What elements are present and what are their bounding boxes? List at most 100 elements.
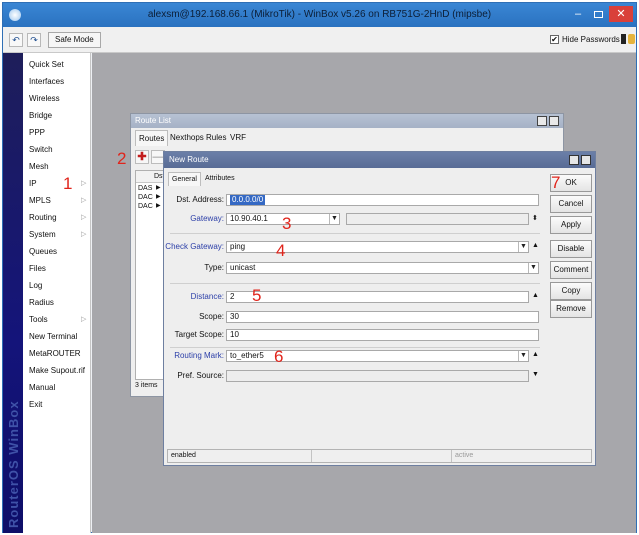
sidebar-item-tools[interactable]: Tools ▷ bbox=[23, 311, 91, 328]
annotation-7: 7 bbox=[551, 173, 561, 192]
lock-icon bbox=[628, 34, 635, 44]
sidebar-item-switch[interactable]: Switch bbox=[23, 141, 91, 158]
minimize-button[interactable]: – bbox=[569, 6, 587, 22]
dropdown-icon[interactable]: ▼ bbox=[518, 351, 528, 361]
up-icon[interactable]: ▲ bbox=[532, 292, 539, 299]
menu-label: IP bbox=[29, 179, 37, 188]
menu-label: Queues bbox=[29, 247, 58, 256]
menu-label: Wireless bbox=[29, 94, 60, 103]
cancel-button[interactable]: Cancel bbox=[550, 195, 592, 213]
menu-label: Quick Set bbox=[29, 60, 64, 69]
close-icon[interactable] bbox=[549, 116, 559, 126]
sidebar-item-queues[interactable]: Queues bbox=[23, 243, 91, 260]
sidebar-item-quick-set[interactable]: Quick Set bbox=[23, 56, 91, 73]
separator bbox=[170, 283, 540, 284]
menu-label: New Terminal bbox=[29, 332, 78, 341]
title-bar[interactable]: alexsm@192.168.66.1 (MikroTik) - WinBox … bbox=[3, 3, 636, 27]
menu-label: Routing bbox=[29, 213, 57, 222]
type-label: Type: bbox=[204, 263, 224, 272]
down-icon[interactable]: ▼ bbox=[532, 371, 539, 378]
check-gateway-value: ping bbox=[230, 242, 246, 251]
sidebar-item-system[interactable]: System ▷ bbox=[23, 226, 91, 243]
tab-nexthops[interactable]: Nexthops bbox=[167, 130, 207, 146]
sidebar-item-files[interactable]: Files bbox=[23, 260, 91, 277]
annotation-2: 2 bbox=[117, 149, 127, 168]
dropdown-icon[interactable]: ▼ bbox=[528, 263, 538, 273]
route-list-title: Route List bbox=[135, 116, 172, 125]
tab-attributes[interactable]: Attributes bbox=[202, 172, 238, 186]
target-scope-field[interactable]: 10 bbox=[226, 329, 539, 341]
sidebar-item-bridge[interactable]: Bridge bbox=[23, 107, 91, 124]
check-gateway-select[interactable]: ping ▼ bbox=[226, 241, 529, 253]
type-select[interactable]: unicast ▼ bbox=[226, 262, 539, 274]
tab-rules[interactable]: Rules bbox=[203, 130, 229, 146]
sidebar-item-ip[interactable]: IP ▷ bbox=[23, 175, 91, 192]
sidebar-item-interfaces[interactable]: Interfaces bbox=[23, 73, 91, 90]
sidebar-item-ppp[interactable]: PPP bbox=[23, 124, 91, 141]
dropdown-icon[interactable]: ▼ bbox=[329, 214, 339, 224]
copy-button[interactable]: Copy bbox=[550, 282, 592, 300]
target-scope-label: Target Scope: bbox=[174, 330, 224, 339]
safe-mode-button[interactable]: Safe Mode bbox=[48, 32, 101, 48]
comment-button[interactable]: Comment bbox=[550, 261, 592, 279]
new-route-title: New Route bbox=[169, 155, 209, 164]
menu-label: System bbox=[29, 230, 56, 239]
sidebar-item-exit[interactable]: Exit bbox=[23, 396, 91, 413]
annotation-3: 3 bbox=[282, 214, 292, 233]
menu-label: MetaROUTER bbox=[29, 349, 81, 358]
new-route-dialog: New Route General Attributes Dst. Addres… bbox=[163, 151, 596, 466]
restore-icon[interactable] bbox=[569, 155, 579, 165]
tab-general[interactable]: General bbox=[168, 172, 201, 186]
submenu-arrow-icon: ▷ bbox=[81, 214, 87, 221]
disable-button[interactable]: Disable bbox=[550, 240, 592, 258]
up-icon[interactable]: ▲ bbox=[532, 242, 539, 249]
hide-passwords-checkbox[interactable]: ✔ bbox=[550, 35, 559, 45]
close-icon[interactable] bbox=[581, 155, 591, 165]
scope-field[interactable]: 30 bbox=[226, 311, 539, 323]
sidebar-item-wireless[interactable]: Wireless bbox=[23, 90, 91, 107]
sidebar-item-radius[interactable]: Radius bbox=[23, 294, 91, 311]
restore-icon[interactable] bbox=[537, 116, 547, 126]
sidebar-item-make-supout[interactable]: Make Supout.rif bbox=[23, 362, 91, 379]
sidebar-item-new-terminal[interactable]: New Terminal bbox=[23, 328, 91, 345]
dropdown-icon[interactable]: ▼ bbox=[518, 242, 528, 252]
menu-label: Interfaces bbox=[29, 77, 65, 86]
dst-address-field[interactable]: 0.0.0.0/0 bbox=[226, 194, 539, 206]
routing-mark-select[interactable]: to_ether5 ▼ bbox=[226, 350, 529, 362]
new-route-title-bar[interactable]: New Route bbox=[164, 152, 595, 168]
gateway-value: 10.90.40.1 bbox=[230, 214, 268, 223]
remove-button[interactable]: Remove bbox=[550, 300, 592, 318]
redo-button[interactable]: ↷ bbox=[27, 33, 41, 47]
undo-button[interactable]: ↶ bbox=[9, 33, 23, 47]
add-route-button[interactable]: ✚ bbox=[135, 150, 149, 164]
submenu-arrow-icon: ▷ bbox=[81, 231, 87, 238]
sidebar-item-routing[interactable]: Routing ▷ bbox=[23, 209, 91, 226]
menu-label: Log bbox=[29, 281, 43, 290]
tab-vrf[interactable]: VRF bbox=[227, 130, 249, 146]
pref-source-field[interactable] bbox=[226, 370, 529, 382]
distance-field[interactable]: 2 bbox=[226, 291, 529, 303]
updown-icon[interactable]: ⬍ bbox=[532, 214, 538, 222]
annotation-1: 1 bbox=[63, 174, 73, 193]
row-flags: DAS bbox=[138, 185, 153, 192]
activity-icon bbox=[621, 34, 626, 44]
route-list-title-bar[interactable]: Route List bbox=[131, 114, 563, 128]
hide-passwords-toggle[interactable]: ✔ Hide Passwords bbox=[550, 35, 620, 45]
tab-routes[interactable]: Routes bbox=[135, 130, 169, 146]
maximize-button[interactable] bbox=[589, 6, 607, 22]
separator bbox=[170, 233, 540, 234]
row-arrow-icon: ▶ bbox=[156, 185, 161, 191]
apply-button[interactable]: Apply bbox=[550, 216, 592, 234]
sidebar-item-mesh[interactable]: Mesh bbox=[23, 158, 91, 175]
sidebar-item-log[interactable]: Log bbox=[23, 277, 91, 294]
row-flags: DAC bbox=[138, 194, 153, 201]
annotation-5: 5 bbox=[252, 286, 262, 305]
close-button[interactable]: ✕ bbox=[609, 6, 633, 22]
up-icon[interactable]: ▲ bbox=[532, 351, 539, 358]
sidebar-item-metarouter[interactable]: MetaROUTER bbox=[23, 345, 91, 362]
sidebar-item-mpls[interactable]: MPLS ▷ bbox=[23, 192, 91, 209]
status-empty bbox=[312, 450, 452, 462]
distance-value: 2 bbox=[230, 292, 235, 301]
sidebar-item-manual[interactable]: Manual bbox=[23, 379, 91, 396]
menu-label: Make Supout.rif bbox=[29, 366, 86, 375]
